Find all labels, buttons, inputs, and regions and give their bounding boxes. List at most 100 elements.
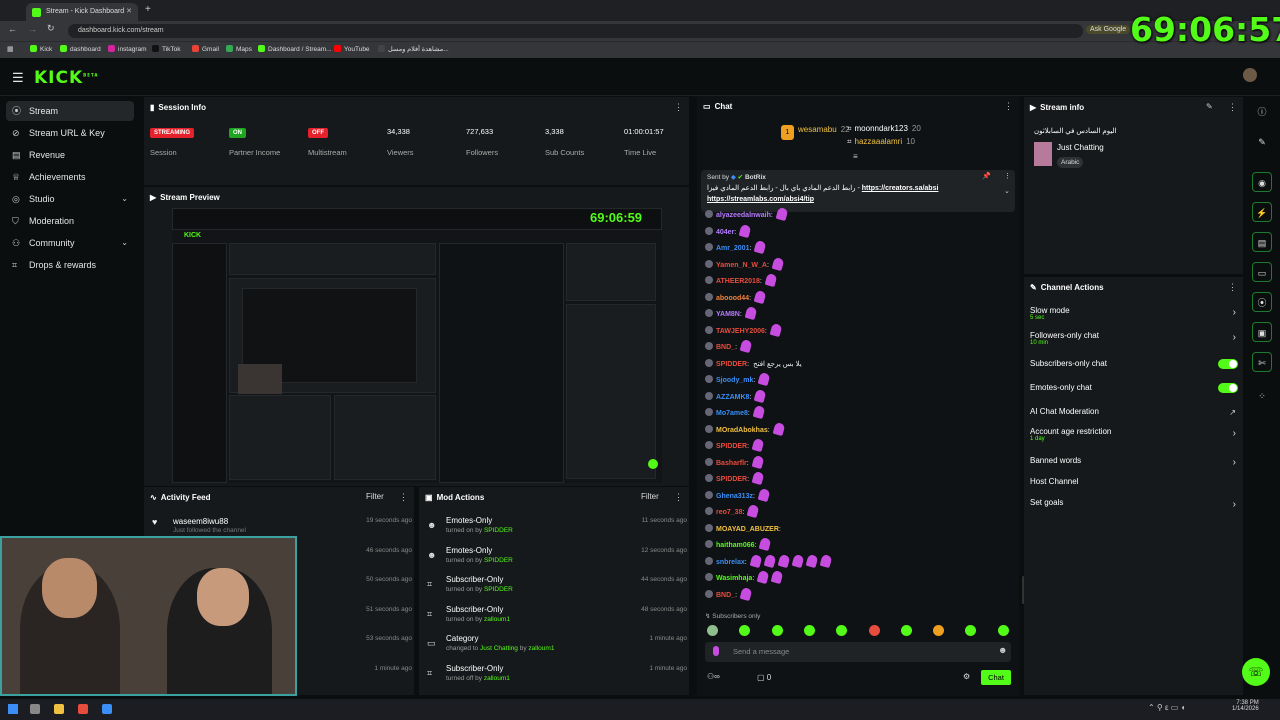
forward-icon[interactable]: →: [28, 24, 37, 34]
mod-action-actor[interactable]: Just Chatting: [480, 645, 518, 652]
mod-action-row[interactable]: ☻ Emotes-Only turned on by SPIDDER 12 secon…: [427, 545, 687, 573]
chat-username[interactable]: Mo7ame8: [716, 410, 748, 417]
tray-icons[interactable]: ⌃ ⚲ ε ▭ ◖: [1148, 703, 1185, 712]
emote-shortcut-icon[interactable]: [933, 625, 945, 636]
pinned-link-1[interactable]: https://creators.sa/absi: [862, 185, 939, 192]
chat-username[interactable]: SPIDDER: [716, 443, 747, 450]
emote-shortcut-icon[interactable]: [739, 625, 751, 636]
channel-action-ai-chat-moderation[interactable]: AI Chat Moderation ↗: [1030, 407, 1238, 427]
emote-shortcut-icon[interactable]: [707, 625, 718, 636]
chat-username[interactable]: Basharflr: [716, 460, 747, 467]
chat-message[interactable]: haitham066:: [705, 536, 772, 554]
emote-shortcut-icon[interactable]: [771, 625, 783, 636]
chat-message[interactable]: ATHEER2018:: [705, 272, 778, 290]
taskbar-clock[interactable]: 7:38 PM 1/14/2026: [1232, 700, 1259, 712]
mod-action-row[interactable]: ⌗ Subscriber-Only turned off by zalloum1 1 …: [427, 663, 687, 691]
channel-action-set-goals[interactable]: Set goals ›: [1030, 498, 1238, 518]
bookmark-item[interactable]: dashboard: [60, 45, 101, 53]
chat-message[interactable]: Amr_2001:: [705, 239, 767, 257]
chat-username[interactable]: YAM8N: [716, 311, 740, 318]
channel-action-slow-mode[interactable]: Slow mode 5 sec ›: [1030, 306, 1238, 326]
mod-action-actor[interactable]: zalloum1: [528, 645, 554, 652]
chat-username[interactable]: AZZAMK8: [716, 394, 749, 401]
close-tab-icon[interactable]: ✕: [126, 3, 132, 21]
chat-username[interactable]: Amr_2001: [716, 245, 749, 252]
emote-shortcut-icon[interactable]: [803, 625, 815, 636]
sidebar-item-stream[interactable]: ⦿ Stream: [6, 101, 134, 121]
emote-shortcut-icon[interactable]: [965, 625, 977, 636]
chat-input[interactable]: Send a message ☻: [705, 642, 1011, 662]
taskbar-app-icon[interactable]: [30, 704, 40, 714]
chat-message[interactable]: BND_:: [705, 338, 753, 356]
expand-pinned-icon[interactable]: ⌄: [1004, 187, 1010, 195]
gift-leaderboard-entry[interactable]: ⌗ moonndark123 20: [847, 124, 921, 134]
chat-message[interactable]: Basharflr:: [705, 454, 765, 472]
chat-username[interactable]: BND_: [716, 344, 735, 351]
mod-action-actor[interactable]: SPIDDER: [484, 557, 513, 564]
category-name[interactable]: Just Chatting: [1057, 143, 1104, 152]
mod-action-row[interactable]: ⌗ Subscriber-Only turned on by zalloum1 48 …: [427, 604, 687, 632]
chat-username[interactable]: reo7_38: [716, 509, 742, 516]
channel-action-host-channel[interactable]: Host Channel: [1030, 477, 1238, 497]
lightning-icon[interactable]: ⚡: [1252, 202, 1272, 222]
chat-username[interactable]: Wasimhaja: [716, 575, 752, 582]
channel-actions-menu-icon[interactable]: ⋮: [1228, 282, 1237, 293]
apps-grid-icon[interactable]: ▦: [7, 45, 14, 53]
sidebar-item-moderation[interactable]: ⛉ Moderation: [6, 211, 134, 231]
mod-menu-icon[interactable]: ⋮: [674, 492, 683, 503]
chat-message[interactable]: Mo7ame8:: [705, 404, 766, 422]
emote-shortcut-icon[interactable]: [900, 625, 912, 636]
chat-message[interactable]: 404er:: [705, 223, 752, 241]
chat-username[interactable]: aboood44: [716, 295, 749, 302]
chat-message[interactable]: AZZAMK8:: [705, 388, 767, 406]
session-menu-icon[interactable]: ⋮: [674, 102, 683, 113]
chat-message[interactable]: snbrelax:: [705, 553, 833, 571]
emote-shortcut-icon[interactable]: [836, 625, 848, 636]
info-icon[interactable]: ⓘ: [1252, 102, 1272, 122]
chat-message[interactable]: SPIDDER:: [705, 470, 765, 488]
new-tab-icon[interactable]: +: [145, 4, 151, 15]
gift-leaderboard-entry[interactable]: 1 wesamabu 22: [781, 124, 850, 140]
chat-message[interactable]: MOradAbokhas:: [705, 421, 786, 439]
chat-username[interactable]: Sjoody_mk: [716, 377, 753, 384]
chat-message[interactable]: reo7_38:: [705, 503, 760, 521]
activity-menu-icon[interactable]: ⋮: [399, 492, 408, 503]
chat-toggle-icon[interactable]: ▭: [1252, 262, 1272, 282]
activity-filter-button[interactable]: Filter: [366, 492, 384, 501]
reload-icon[interactable]: ↻: [47, 23, 55, 34]
chat-message[interactable]: Wasimhaja:: [705, 569, 784, 587]
bookmark-item[interactable]: YouTube: [334, 45, 370, 53]
tools-icon[interactable]: ✄: [1252, 352, 1272, 372]
taskbar-app-icon[interactable]: [102, 704, 112, 714]
mod-action-actor[interactable]: SPIDDER: [484, 586, 513, 593]
bookmark-item[interactable]: Maps: [226, 45, 252, 53]
chat-message[interactable]: Ghena313z:: [705, 487, 771, 505]
toggle-switch[interactable]: [1218, 359, 1238, 369]
chat-username[interactable]: snbrelax: [716, 559, 745, 566]
chat-message[interactable]: SPIDDER: يلا بس يرجع افتح: [705, 357, 802, 373]
chat-message[interactable]: Sjoody_mk:: [705, 371, 771, 389]
taskbar-app-icon[interactable]: [78, 704, 88, 714]
chat-message[interactable]: MOAYAD_ABUZER:: [705, 522, 781, 538]
chat-settings-icon[interactable]: ⚙: [963, 672, 970, 681]
chat-message[interactable]: aboood44:: [705, 289, 767, 307]
sidebar-item-revenue[interactable]: ▤ Revenue: [6, 145, 134, 165]
support-chat-icon[interactable]: ☏: [1242, 658, 1270, 686]
chat-username[interactable]: Ghena313z: [716, 493, 753, 500]
bookmark-item[interactable]: Dashboard / Stream...: [258, 45, 332, 53]
chat-menu-icon[interactable]: ⋮: [1004, 101, 1013, 112]
chat-message[interactable]: TAWJEHY2006:: [705, 322, 783, 340]
chat-username[interactable]: 404er: [716, 229, 734, 236]
chat-username[interactable]: BND_: [716, 592, 735, 599]
stream-info-menu-icon[interactable]: ⋮: [1228, 102, 1237, 113]
gift-leaderboard-entry[interactable]: ⌗ hazzaaalamri 10: [847, 137, 915, 147]
kick-logo[interactable]: KICKBETA: [34, 68, 98, 88]
chat-username[interactable]: SPIDDER: [716, 361, 747, 368]
mod-action-row[interactable]: ☻ Emotes-Only turned on by SPIDDER 11 secon…: [427, 515, 687, 543]
mod-filter-button[interactable]: Filter: [641, 492, 659, 501]
pinned-link-2[interactable]: https://streamlabs.com/absi4/tip: [707, 196, 814, 203]
sidebar-item-studio[interactable]: ◎ Studio ⌄: [6, 189, 134, 209]
send-chat-button[interactable]: Chat: [981, 670, 1011, 685]
chat-username[interactable]: Yamen_N_W_A: [716, 262, 767, 269]
channel-action-emotes-only-chat[interactable]: Emotes-only chat: [1030, 383, 1238, 403]
